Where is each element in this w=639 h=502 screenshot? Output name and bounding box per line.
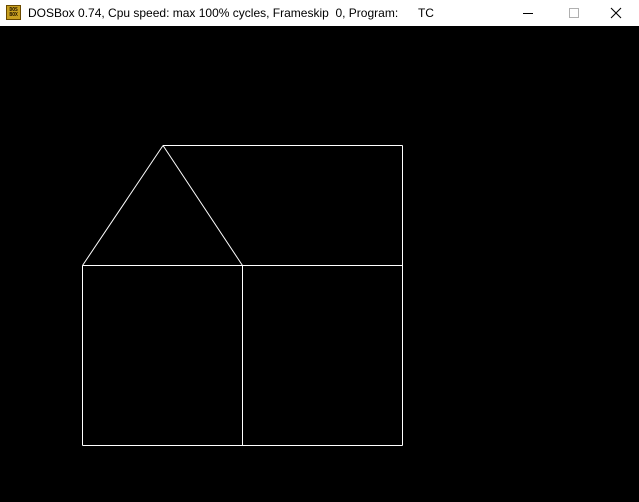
dosbox-window: DOS BOX DOSBox 0.74, Cpu speed: max 100%… bbox=[0, 0, 639, 502]
roof-right-edge bbox=[162, 145, 243, 266]
roof-left-edge bbox=[82, 145, 164, 266]
house-drawing bbox=[82, 145, 403, 446]
